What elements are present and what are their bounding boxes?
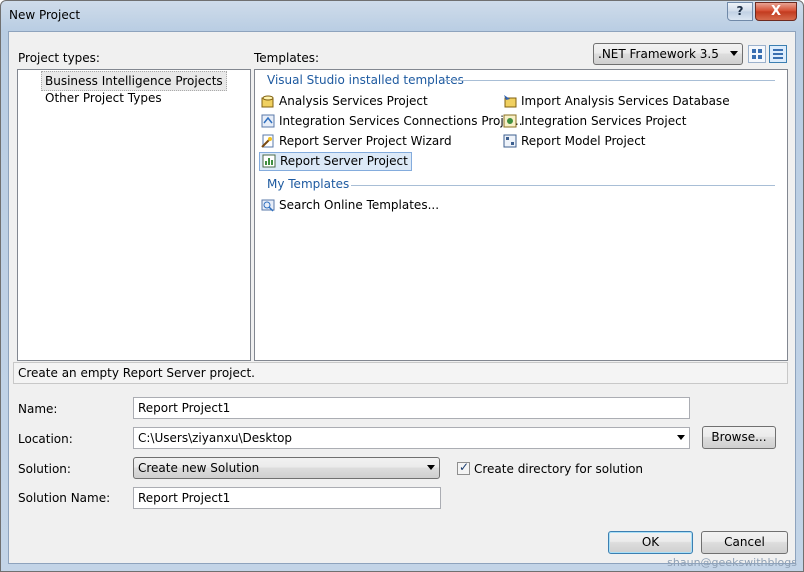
name-label: Name: (18, 402, 58, 416)
chevron-down-icon[interactable] (677, 435, 685, 440)
name-input[interactable]: Report Project1 (133, 397, 690, 419)
solution-label: Solution: (18, 462, 71, 476)
template-report-server[interactable]: Report Server Project (259, 152, 412, 171)
template-integration-services[interactable]: Integration Services Project (501, 112, 689, 131)
dialog-client-area: Project types: Templates: .NET Framework… (8, 31, 796, 564)
ok-button[interactable]: OK (608, 531, 693, 554)
browse-button[interactable]: Browse... (702, 426, 776, 449)
project-types-tree[interactable]: Business Intelligence Projects Other Pro… (17, 69, 251, 361)
import-analysis-icon (504, 95, 517, 108)
template-analysis-services[interactable]: Analysis Services Project (259, 92, 431, 111)
template-report-model[interactable]: Report Model Project (501, 132, 649, 151)
window-title: New Project (9, 8, 81, 22)
large-icons-view-button[interactable] (748, 45, 766, 63)
new-project-dialog: New Project ? X Project types: Templates… (0, 0, 804, 572)
report-server-icon (262, 154, 276, 168)
integration-connections-icon (261, 114, 275, 128)
template-search-online[interactable]: Search Online Templates... (259, 196, 442, 215)
location-label: Location: (18, 432, 73, 446)
integration-services-icon (503, 114, 517, 128)
cancel-button[interactable]: Cancel (701, 531, 788, 554)
chevron-down-icon (427, 465, 435, 470)
group-divider (351, 185, 775, 186)
chevron-down-icon (730, 51, 738, 56)
installed-templates-heading: Visual Studio installed templates (267, 73, 464, 87)
small-icons-view-icon (773, 49, 783, 59)
help-button[interactable]: ? (727, 2, 753, 21)
template-report-wizard[interactable]: Report Server Project Wizard (259, 132, 455, 151)
solution-name-input[interactable]: Report Project1 (133, 487, 441, 509)
analysis-services-icon (261, 95, 274, 108)
close-icon: X (770, 4, 782, 19)
solution-value: Create new Solution (138, 461, 260, 475)
group-divider (445, 80, 775, 81)
project-type-business-intelligence[interactable]: Business Intelligence Projects (41, 71, 227, 91)
title-bar[interactable]: New Project ? X (1, 1, 803, 31)
my-templates-heading: My Templates (267, 177, 350, 191)
checkmark-icon: ✓ (459, 460, 470, 474)
report-model-icon (503, 134, 517, 148)
search-online-icon (261, 199, 275, 212)
large-icons-view-icon (752, 49, 762, 59)
project-type-other[interactable]: Other Project Types (42, 89, 165, 107)
framework-selected: .NET Framework 3.5 (598, 47, 719, 61)
templates-list[interactable]: Visual Studio installed templates Analys… (254, 69, 788, 361)
create-directory-label[interactable]: Create directory for solution (474, 462, 643, 476)
solution-name-label: Solution Name: (18, 491, 111, 505)
location-value: C:\Users\ziyanxu\Desktop (138, 431, 293, 445)
report-wizard-icon (261, 134, 274, 148)
framework-dropdown[interactable]: .NET Framework 3.5 (593, 43, 743, 65)
close-button[interactable]: X (755, 2, 797, 21)
solution-dropdown[interactable]: Create new Solution (133, 457, 440, 479)
watermark-text: shaun@geekswithblogs (667, 556, 797, 569)
project-types-label: Project types: (18, 51, 100, 65)
template-import-analysis[interactable]: Import Analysis Services Database (501, 92, 733, 111)
template-description: Create an empty Report Server project. (13, 362, 788, 384)
create-directory-checkbox[interactable]: ✓ (457, 460, 470, 475)
small-icons-view-button[interactable] (769, 45, 787, 63)
template-integration-connections[interactable]: Integration Services Connections Proje..… (259, 112, 526, 131)
templates-label: Templates: (254, 51, 320, 65)
location-combo[interactable]: C:\Users\ziyanxu\Desktop (133, 427, 690, 449)
